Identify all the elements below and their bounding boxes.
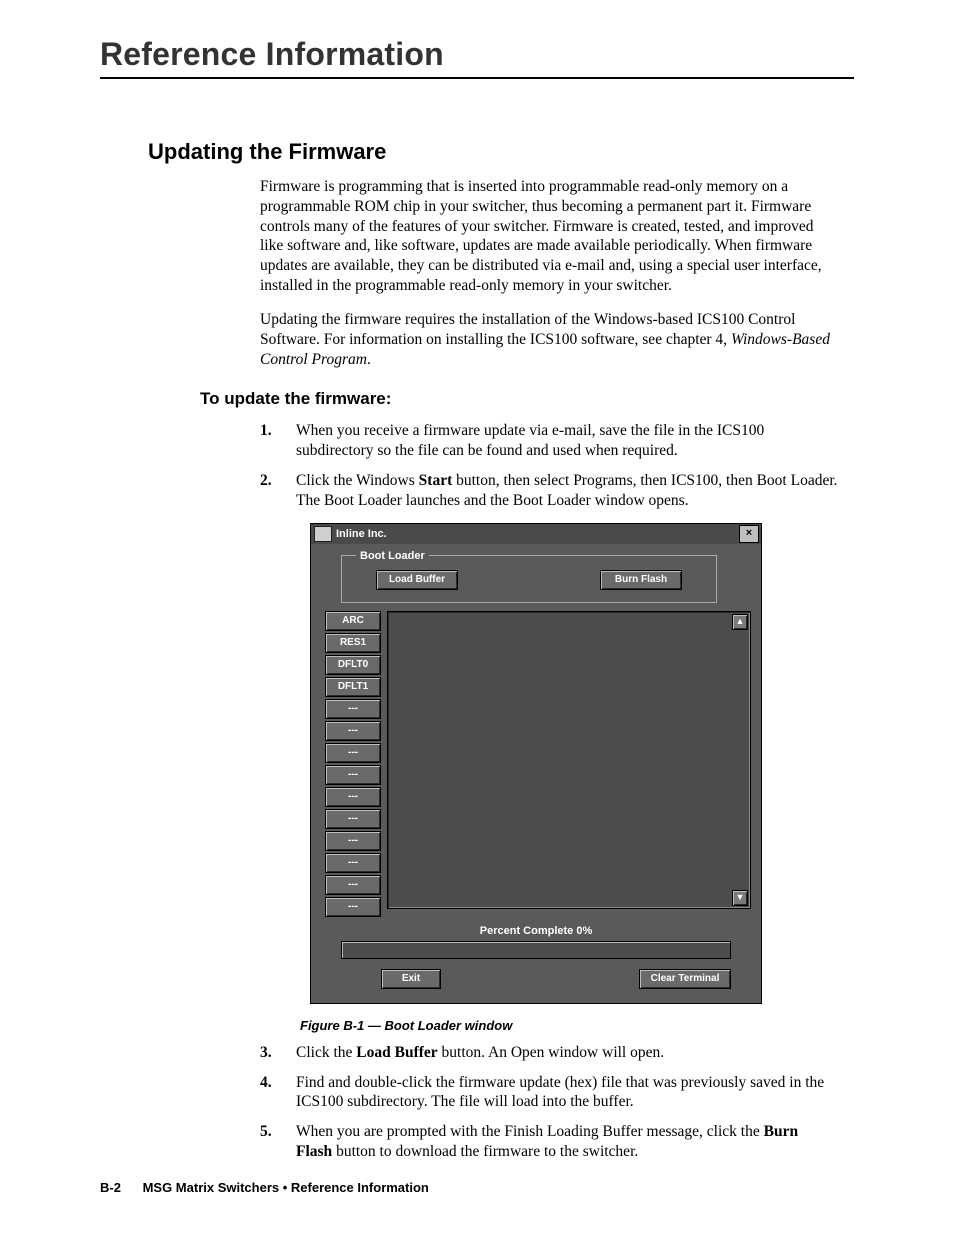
step-text: Click the Load Buffer button. An Open wi…: [296, 1043, 838, 1063]
side-button[interactable]: ---: [325, 787, 381, 807]
page-number: B-2: [100, 1180, 121, 1195]
step-item: 4. Find and double-click the firmware up…: [260, 1073, 838, 1113]
app-icon: [314, 526, 332, 542]
figure-caption: Figure B-1 — Boot Loader window: [300, 1018, 854, 1033]
side-button[interactable]: ---: [325, 875, 381, 895]
boot-loader-fieldset: Boot Loader Load Buffer Burn Flash: [341, 550, 717, 603]
titlebar: Inline Inc. ×: [311, 524, 761, 544]
step-number: 1.: [260, 421, 274, 461]
step-number: 2.: [260, 471, 274, 511]
window-title: Inline Inc.: [336, 528, 739, 540]
body-text: Firmware is programming that is inserted…: [260, 177, 838, 369]
terminal-area: ▲ ▼: [387, 611, 751, 909]
step-text: Click the Windows Start button, then sel…: [296, 471, 838, 511]
step-number: 4.: [260, 1073, 274, 1113]
figure-boot-loader: Inline Inc. × Boot Loader Load Buffer Bu…: [310, 523, 854, 1004]
close-icon[interactable]: ×: [739, 525, 759, 543]
step-item: 3. Click the Load Buffer button. An Open…: [260, 1043, 838, 1063]
paragraph-1: Firmware is programming that is inserted…: [260, 177, 838, 296]
steps-list-continued: 3. Click the Load Buffer button. An Open…: [260, 1043, 838, 1162]
page-footer: B-2 MSG Matrix Switchers • Reference Inf…: [100, 1180, 429, 1195]
app-window: Inline Inc. × Boot Loader Load Buffer Bu…: [310, 523, 762, 1004]
side-button[interactable]: ---: [325, 809, 381, 829]
sub-title: To update the firmware:: [200, 389, 854, 409]
scroll-down-icon[interactable]: ▼: [732, 890, 748, 906]
side-button[interactable]: ---: [325, 831, 381, 851]
paragraph-2c: .: [367, 351, 371, 368]
section-title: Updating the Firmware: [148, 139, 854, 165]
paragraph-2a: Updating the firmware requires the insta…: [260, 311, 795, 348]
clear-terminal-button[interactable]: Clear Terminal: [639, 969, 731, 989]
fieldset-legend: Boot Loader: [356, 550, 429, 562]
step-number: 5.: [260, 1122, 274, 1162]
side-button[interactable]: ---: [325, 721, 381, 741]
side-button[interactable]: ---: [325, 853, 381, 873]
steps-list: 1. When you receive a firmware update vi…: [260, 421, 838, 510]
side-buttons: ARC RES1 DFLT0 DFLT1 --- --- --- --- ---…: [325, 611, 381, 917]
step-text: When you receive a firmware update via e…: [296, 421, 838, 461]
side-button[interactable]: ---: [325, 743, 381, 763]
percent-complete-label: Percent Complete 0%: [321, 925, 751, 937]
exit-button[interactable]: Exit: [381, 969, 441, 989]
step-text: When you are prompted with the Finish Lo…: [296, 1122, 838, 1162]
side-button[interactable]: ---: [325, 765, 381, 785]
scroll-up-icon[interactable]: ▲: [732, 614, 748, 630]
title-rule: [100, 77, 854, 79]
side-button[interactable]: ---: [325, 897, 381, 917]
mid-row: ARC RES1 DFLT0 DFLT1 --- --- --- --- ---…: [325, 611, 751, 917]
window-client: Boot Loader Load Buffer Burn Flash ARC R…: [311, 544, 761, 1003]
side-button[interactable]: ---: [325, 699, 381, 719]
side-button[interactable]: ARC: [325, 611, 381, 631]
load-buffer-button[interactable]: Load Buffer: [376, 570, 458, 590]
side-button[interactable]: DFLT0: [325, 655, 381, 675]
step-number: 3.: [260, 1043, 274, 1063]
step-item: 1. When you receive a firmware update vi…: [260, 421, 838, 461]
step-text: Find and double-click the firmware updat…: [296, 1073, 838, 1113]
step-item: 5. When you are prompted with the Finish…: [260, 1122, 838, 1162]
step-item: 2. Click the Windows Start button, then …: [260, 471, 838, 511]
footer-text: MSG Matrix Switchers • Reference Informa…: [143, 1180, 429, 1195]
page-title: Reference Information: [100, 36, 854, 73]
paragraph-2: Updating the firmware requires the insta…: [260, 310, 838, 369]
side-button[interactable]: RES1: [325, 633, 381, 653]
progress-bar: [341, 941, 731, 959]
side-button[interactable]: DFLT1: [325, 677, 381, 697]
burn-flash-button[interactable]: Burn Flash: [600, 570, 682, 590]
